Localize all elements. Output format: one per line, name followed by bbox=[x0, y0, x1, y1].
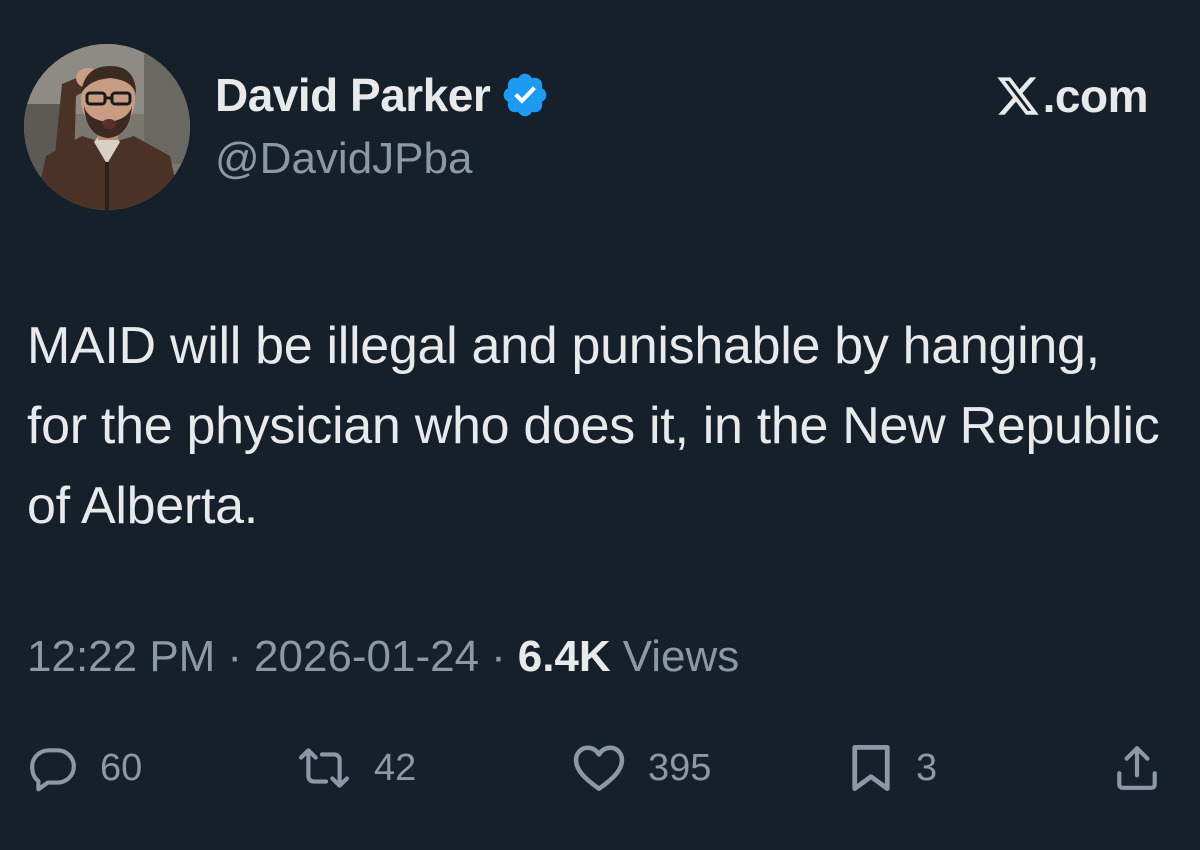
views-label: Views bbox=[622, 632, 740, 681]
action-bar: 60 42 395 3 bbox=[0, 736, 1200, 800]
tweet-text: MAID will be illegal and punishable by h… bbox=[27, 317, 1160, 535]
brand-logo: .com bbox=[995, 68, 1149, 124]
x-logo-icon bbox=[995, 73, 1041, 119]
bookmark-count: 3 bbox=[916, 746, 938, 789]
meta-separator: · bbox=[491, 632, 506, 681]
reply-icon bbox=[28, 743, 78, 793]
tweet-meta: 12:22 PM · 2026-01-24 · 6.4K Views bbox=[27, 625, 739, 689]
heart-icon bbox=[572, 743, 626, 793]
verified-badge-icon bbox=[500, 70, 550, 120]
views-count: 6.4K bbox=[517, 632, 611, 681]
share-button[interactable] bbox=[1112, 736, 1162, 800]
avatar[interactable] bbox=[24, 44, 190, 210]
repost-icon bbox=[296, 743, 352, 793]
meta-separator: · bbox=[227, 632, 242, 681]
tweet-date[interactable]: 2026-01-24 bbox=[254, 632, 479, 682]
repost-count: 42 bbox=[374, 746, 417, 789]
repost-button[interactable]: 42 bbox=[296, 736, 416, 800]
bookmark-icon bbox=[848, 742, 894, 794]
tweet-time[interactable]: 12:22 PM bbox=[27, 632, 215, 682]
brand-domain: .com bbox=[1042, 70, 1149, 122]
share-icon bbox=[1112, 742, 1162, 794]
like-button[interactable]: 395 bbox=[572, 736, 711, 800]
like-count: 395 bbox=[648, 746, 712, 789]
author-display-name[interactable]: David Parker bbox=[215, 68, 491, 122]
author-name-row: David Parker bbox=[215, 66, 550, 124]
bookmark-button[interactable]: 3 bbox=[848, 736, 937, 800]
avatar-photo bbox=[24, 44, 190, 210]
tweet-card: David Parker @DavidJPba .com MAID will b… bbox=[0, 0, 1200, 850]
reply-button[interactable]: 60 bbox=[28, 736, 142, 800]
reply-count: 60 bbox=[100, 746, 143, 789]
author-handle[interactable]: @DavidJPba bbox=[215, 134, 472, 184]
